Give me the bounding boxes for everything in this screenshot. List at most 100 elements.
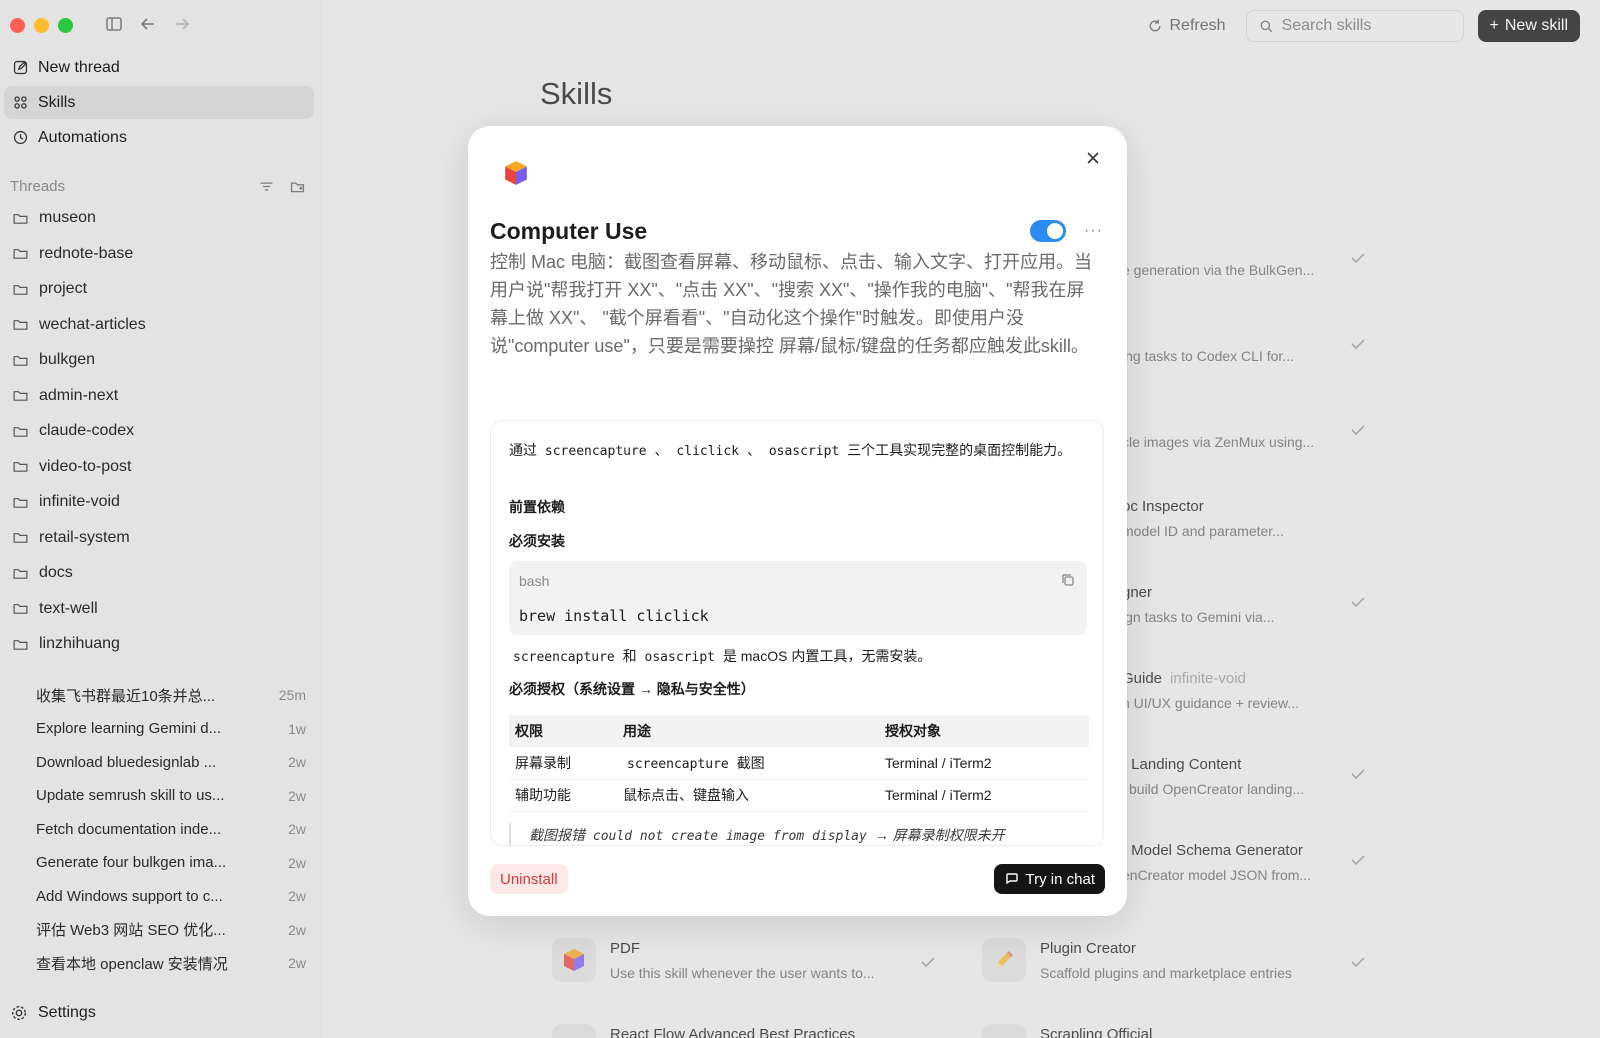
code-command: brew install cliclick <box>519 607 709 625</box>
clock-icon <box>13 130 28 145</box>
folder-icon <box>13 320 28 330</box>
enable-toggle[interactable] <box>1030 220 1066 242</box>
close-icon <box>1087 152 1099 164</box>
nav-label: Skills <box>38 93 76 111</box>
thread-item[interactable]: Fetch documentation inde... 2w <box>36 816 306 842</box>
folder-icon <box>13 533 28 543</box>
folder-label: video-to-post <box>39 457 132 475</box>
folder-label: retail-system <box>39 528 130 546</box>
table-row: 屏幕录制 screencapture 截图 Terminal / iTerm2 <box>509 747 1089 780</box>
folder-item[interactable]: text-well <box>4 594 314 624</box>
thread-item[interactable]: Explore learning Gemini d... 1w <box>36 716 306 742</box>
folder-item[interactable]: museon <box>4 203 314 233</box>
window-controls <box>10 18 73 33</box>
threads-section-title: Threads <box>10 178 66 195</box>
inline-code: osascript <box>768 444 840 459</box>
nav-skills[interactable]: Skills <box>4 86 314 119</box>
filter-icon[interactable] <box>258 178 275 195</box>
thread-item[interactable]: 查看本地 openclaw 安装情况 2w <box>36 950 306 976</box>
copy-icon[interactable] <box>1061 573 1075 587</box>
uninstall-button[interactable]: Uninstall <box>490 864 568 894</box>
thread-title: 评估 Web3 网站 SEO 优化... <box>36 922 226 939</box>
folder-icon <box>13 426 28 437</box>
try-in-chat-label: Try in chat <box>1025 870 1095 888</box>
back-arrow-icon[interactable] <box>138 14 158 34</box>
folder-item[interactable]: video-to-post <box>4 452 314 482</box>
folder-item[interactable]: bulkgen <box>4 345 314 375</box>
sidebar-toggle-icon[interactable] <box>104 14 124 34</box>
nav-label: Automations <box>38 128 127 146</box>
table-cell: 屏幕录制 <box>509 747 617 780</box>
skill-doc-panel[interactable]: 通过 screencapture 、 cliclick 、 osascript … <box>490 420 1104 846</box>
table-cell: 鼠标点击、键盘输入 <box>617 779 879 812</box>
inline-code: screencapture <box>544 444 647 459</box>
settings-button[interactable]: Settings <box>10 1004 96 1022</box>
permissions-table: 权限 用途 授权对象 屏幕录制 screencapture 截图 Termina… <box>509 715 1089 812</box>
thread-item[interactable]: Update semrush skill to us... 2w <box>36 783 306 809</box>
folder-icon <box>13 284 28 295</box>
thread-title: Generate four bulkgen ima... <box>36 854 227 871</box>
folder-item[interactable]: project <box>4 274 314 304</box>
settings-label: Settings <box>38 1004 96 1021</box>
thread-title: 查看本地 openclaw 安装情况 <box>36 955 228 973</box>
try-in-chat-button[interactable]: Try in chat <box>993 864 1105 894</box>
thread-title: Update semrush skill to us... <box>36 787 225 804</box>
table-row: 辅助功能 鼠标点击、键盘输入 Terminal / iTerm2 <box>509 779 1089 812</box>
folder-item[interactable]: retail-system <box>4 523 314 553</box>
folder-label: museon <box>39 209 96 226</box>
thread-time: 2w <box>288 921 306 938</box>
thread-item[interactable]: 评估 Web3 网站 SEO 优化... 2w <box>36 917 306 943</box>
folder-icon <box>13 604 28 614</box>
nav-new-thread[interactable]: New thread <box>4 51 314 84</box>
folder-label: bulkgen <box>39 351 96 368</box>
nav-automations[interactable]: Automations <box>4 121 314 154</box>
nav-label: New thread <box>38 58 120 76</box>
doc-quote: 截图报错 could not create image from display… <box>509 823 1005 845</box>
grid-icon <box>14 96 27 109</box>
table-cell: 辅助功能 <box>509 779 617 812</box>
folder-label: text-well <box>39 599 98 617</box>
table-header: 权限 <box>509 715 617 747</box>
more-options-icon[interactable]: ··· <box>1084 222 1103 240</box>
table-header: 授权对象 <box>879 715 1089 747</box>
folder-icon <box>13 639 28 650</box>
zoom-window-button[interactable] <box>58 18 73 33</box>
new-folder-icon[interactable] <box>289 178 306 195</box>
folder-item[interactable]: infinite-void <box>4 487 314 517</box>
doc-builtin-note: screencapture 和 osascript 是 macOS 内置工具，无… <box>513 648 932 665</box>
thread-time: 2w <box>288 821 306 837</box>
modal-title: Computer Use <box>490 218 648 244</box>
table-cell: Terminal / iTerm2 <box>879 747 1089 780</box>
thread-time: 1w <box>288 720 306 737</box>
minimize-window-button[interactable] <box>34 18 49 33</box>
table-header: 用途 <box>617 715 879 747</box>
folder-label: claude-codex <box>39 422 135 439</box>
folder-icon <box>13 462 28 472</box>
folder-item[interactable]: wechat-articles <box>4 310 314 340</box>
thread-item[interactable]: Generate four bulkgen ima... 2w <box>36 850 306 876</box>
thread-time: 2w <box>288 754 306 770</box>
inline-code: cliclick <box>676 444 740 459</box>
thread-title: Add Windows support to c... <box>36 887 223 905</box>
folder-item[interactable]: linzhihuang <box>4 629 314 659</box>
chat-icon <box>1005 873 1018 885</box>
skill-cube-icon <box>505 161 527 185</box>
folder-icon <box>13 249 28 259</box>
folder-item[interactable]: docs <box>4 558 314 588</box>
folder-item[interactable]: claude-codex <box>4 416 314 446</box>
thread-title: 收集飞书群最近10条并总... <box>36 687 216 705</box>
doc-heading-prereq: 前置依赖 <box>509 499 565 515</box>
folder-item[interactable]: rednote-base <box>4 239 314 269</box>
skill-description: 控制 Mac 电脑：截图查看屏幕、移动鼠标、点击、输入文字、打开应用。当用户说"… <box>490 252 1093 356</box>
close-window-button[interactable] <box>10 18 25 33</box>
code-lang: bash <box>519 573 550 589</box>
folder-label: wechat-articles <box>39 315 146 333</box>
close-button[interactable] <box>1081 146 1105 170</box>
forward-arrow-icon[interactable] <box>172 14 192 34</box>
folder-label: rednote-base <box>39 244 134 262</box>
folder-label: infinite-void <box>39 493 120 510</box>
thread-item[interactable]: 收集飞书群最近10条并总... 25m <box>36 682 306 708</box>
thread-item[interactable]: Add Windows support to c... 2w <box>36 883 306 909</box>
folder-item[interactable]: admin-next <box>4 381 314 411</box>
thread-item[interactable]: Download bluedesignlab ... 2w <box>36 749 306 775</box>
